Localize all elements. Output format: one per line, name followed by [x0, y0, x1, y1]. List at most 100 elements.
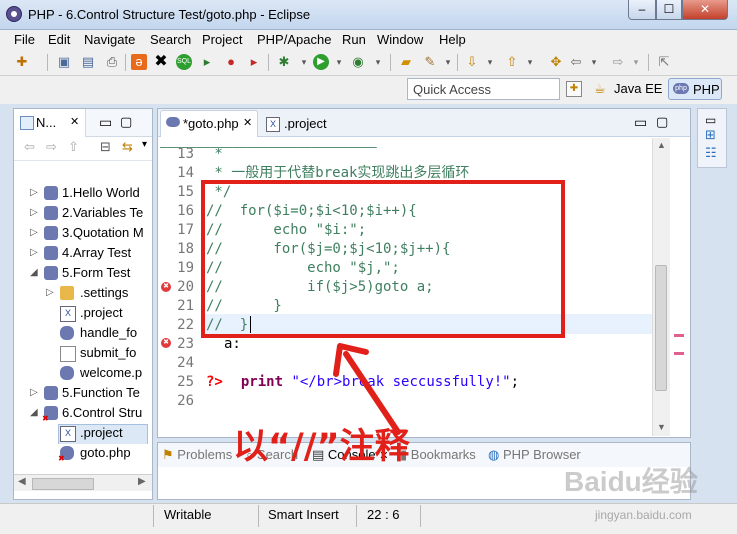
- new-icon[interactable]: ✚: [14, 54, 30, 70]
- pin-editor-icon[interactable]: ⇱: [656, 54, 672, 70]
- collapse-icon[interactable]: ◢: [30, 408, 38, 418]
- tab-bookmarks[interactable]: ▮ Bookmarks: [400, 447, 476, 465]
- run-php-icon[interactable]: ●: [223, 54, 239, 70]
- tree-item-goto-php[interactable]: ✖ goto.php: [14, 444, 152, 464]
- expand-icon[interactable]: ▷: [30, 388, 38, 398]
- tree-item-variables[interactable]: ▷ 2.Variables Te: [14, 204, 152, 224]
- prev-annotation-dropdown-icon[interactable]: ▾: [522, 54, 538, 70]
- scroll-thumb[interactable]: [655, 265, 667, 391]
- prev-annotation-icon[interactable]: ⇧: [504, 54, 520, 70]
- collapse-all-icon[interactable]: ⊟: [100, 139, 111, 155]
- forward-icon[interactable]: ⇨: [610, 54, 626, 70]
- next-annotation-icon[interactable]: ⇩: [464, 54, 480, 70]
- scroll-down-icon[interactable]: ▼: [657, 422, 666, 432]
- tab-project-file[interactable]: X .project: [262, 113, 352, 137]
- eclipse-app-icon[interactable]: [6, 6, 22, 22]
- menu-php-apache[interactable]: PHP/Apache: [257, 32, 331, 47]
- back-dropdown-icon[interactable]: ▾: [586, 54, 602, 70]
- tree-item-array[interactable]: ▷ 4.Array Test: [14, 244, 152, 264]
- expand-icon[interactable]: ▷: [30, 248, 38, 258]
- back-icon[interactable]: ⇦: [568, 54, 584, 70]
- scroll-left-icon[interactable]: ◀: [18, 476, 26, 487]
- external-tools-icon[interactable]: ◉: [350, 54, 366, 70]
- expand-icon[interactable]: ▷: [30, 228, 38, 238]
- up-icon[interactable]: ⇧: [68, 139, 79, 155]
- tree-item-form-test[interactable]: ◢ 5.Form Test: [14, 264, 152, 284]
- perspective-javaee[interactable]: ☕ Java EE: [594, 79, 664, 99]
- search-dropdown-icon[interactable]: ▾: [440, 54, 456, 70]
- menu-search[interactable]: Search: [150, 32, 191, 47]
- maximize-view-icon[interactable]: ▢: [656, 114, 668, 130]
- maximize-view-icon[interactable]: ▢: [120, 114, 132, 130]
- tab-goto-php[interactable]: *goto.php ✕: [160, 110, 258, 137]
- outline-icon[interactable]: ⊞: [705, 127, 716, 143]
- menu-project[interactable]: Project: [202, 32, 242, 47]
- save-icon[interactable]: ▣: [56, 54, 72, 70]
- back-icon[interactable]: ⇦: [24, 139, 35, 155]
- expand-icon[interactable]: ▷: [46, 288, 54, 298]
- debug-icon[interactable]: ✱: [276, 54, 292, 70]
- minimize-button[interactable]: –: [628, 0, 656, 20]
- restore-icon[interactable]: ▭: [705, 113, 716, 127]
- close-icon[interactable]: ✕: [243, 116, 252, 129]
- navigator-horizontal-scrollbar[interactable]: ◀ ▶: [14, 474, 152, 491]
- print-icon[interactable]: ⎙: [104, 54, 120, 70]
- overview-error-mark[interactable]: [674, 334, 684, 337]
- maximize-button[interactable]: ☐: [656, 0, 682, 20]
- php-functions-icon[interactable]: ☷: [705, 145, 717, 161]
- quick-access-input[interactable]: Quick Access: [407, 78, 560, 100]
- menu-run[interactable]: Run: [342, 32, 366, 47]
- minimize-view-icon[interactable]: ▭: [634, 114, 647, 131]
- scroll-up-icon[interactable]: ▲: [657, 140, 666, 150]
- minimize-view-icon[interactable]: ▭: [99, 114, 112, 131]
- stop-server-icon[interactable]: ✖: [153, 54, 169, 70]
- menu-help[interactable]: Help: [439, 32, 466, 47]
- menu-navigate[interactable]: Navigate: [84, 32, 135, 47]
- sql-icon[interactable]: SQL: [176, 54, 192, 70]
- profile-php-icon[interactable]: ▸: [246, 54, 262, 70]
- close-icon[interactable]: ✕: [70, 115, 79, 128]
- run-dropdown-icon[interactable]: ▾: [331, 54, 347, 70]
- tree-item-project-file[interactable]: X .project: [14, 304, 152, 324]
- expand-icon[interactable]: ▷: [30, 208, 38, 218]
- perspective-php[interactable]: php PHP: [668, 78, 722, 100]
- tree-item-project-file-selected[interactable]: X .project: [14, 424, 152, 444]
- tree-item-handle-form[interactable]: handle_fo: [14, 324, 152, 344]
- error-marker-icon[interactable]: ✖: [161, 338, 171, 348]
- tree-item-function-test[interactable]: ▷ 5.Function Te: [14, 384, 152, 404]
- external-tools-dropdown-icon[interactable]: ▾: [370, 54, 386, 70]
- open-perspective-icon[interactable]: ✚: [566, 81, 582, 97]
- view-menu-icon[interactable]: ▾: [142, 139, 147, 150]
- tree-item-control-structure[interactable]: ◢ ✖ 6.Control Stru: [14, 404, 152, 424]
- link-with-editor-icon[interactable]: ⇆: [122, 139, 133, 155]
- tree-item-submit-form[interactable]: submit_fo: [14, 344, 152, 364]
- tree-item-settings-folder[interactable]: ▷ .settings: [14, 284, 152, 304]
- xampp-icon[interactable]: ǝ: [131, 54, 147, 70]
- debug-php-icon[interactable]: ▸: [199, 54, 215, 70]
- next-annotation-dropdown-icon[interactable]: ▾: [482, 54, 498, 70]
- run-icon[interactable]: ▶: [313, 54, 329, 70]
- search-tool-icon[interactable]: ✎: [422, 54, 438, 70]
- tree-item-quotation[interactable]: ▷ 3.Quotation M: [14, 224, 152, 244]
- menu-file[interactable]: File: [14, 32, 35, 47]
- forward-icon[interactable]: ⇨: [46, 139, 57, 155]
- scroll-thumb[interactable]: [32, 478, 94, 490]
- menu-window[interactable]: Window: [377, 32, 423, 47]
- code-line[interactable]: ?>: [206, 373, 223, 392]
- forward-dropdown-icon[interactable]: ▾: [628, 54, 644, 70]
- tree-item-welcome[interactable]: welcome.p: [14, 364, 152, 384]
- code-line[interactable]: *: [206, 145, 222, 164]
- tree-item-hello-world[interactable]: ▷ 1.Hello World: [14, 184, 152, 204]
- menu-edit[interactable]: Edit: [48, 32, 70, 47]
- close-button[interactable]: ✕: [682, 0, 728, 20]
- scroll-right-icon[interactable]: ▶: [138, 476, 146, 487]
- debug-dropdown-icon[interactable]: ▾: [296, 54, 312, 70]
- tab-problems[interactable]: ⚑ Problems: [162, 447, 232, 465]
- error-marker-icon[interactable]: ✖: [161, 282, 171, 292]
- open-folder-icon[interactable]: ▰: [398, 54, 414, 70]
- last-edit-icon[interactable]: ✥: [548, 54, 564, 70]
- save-all-icon[interactable]: ▤: [80, 54, 96, 70]
- collapse-icon[interactable]: ◢: [30, 268, 38, 278]
- expand-icon[interactable]: ▷: [30, 188, 38, 198]
- tab-navigator[interactable]: N... ✕: [14, 109, 86, 137]
